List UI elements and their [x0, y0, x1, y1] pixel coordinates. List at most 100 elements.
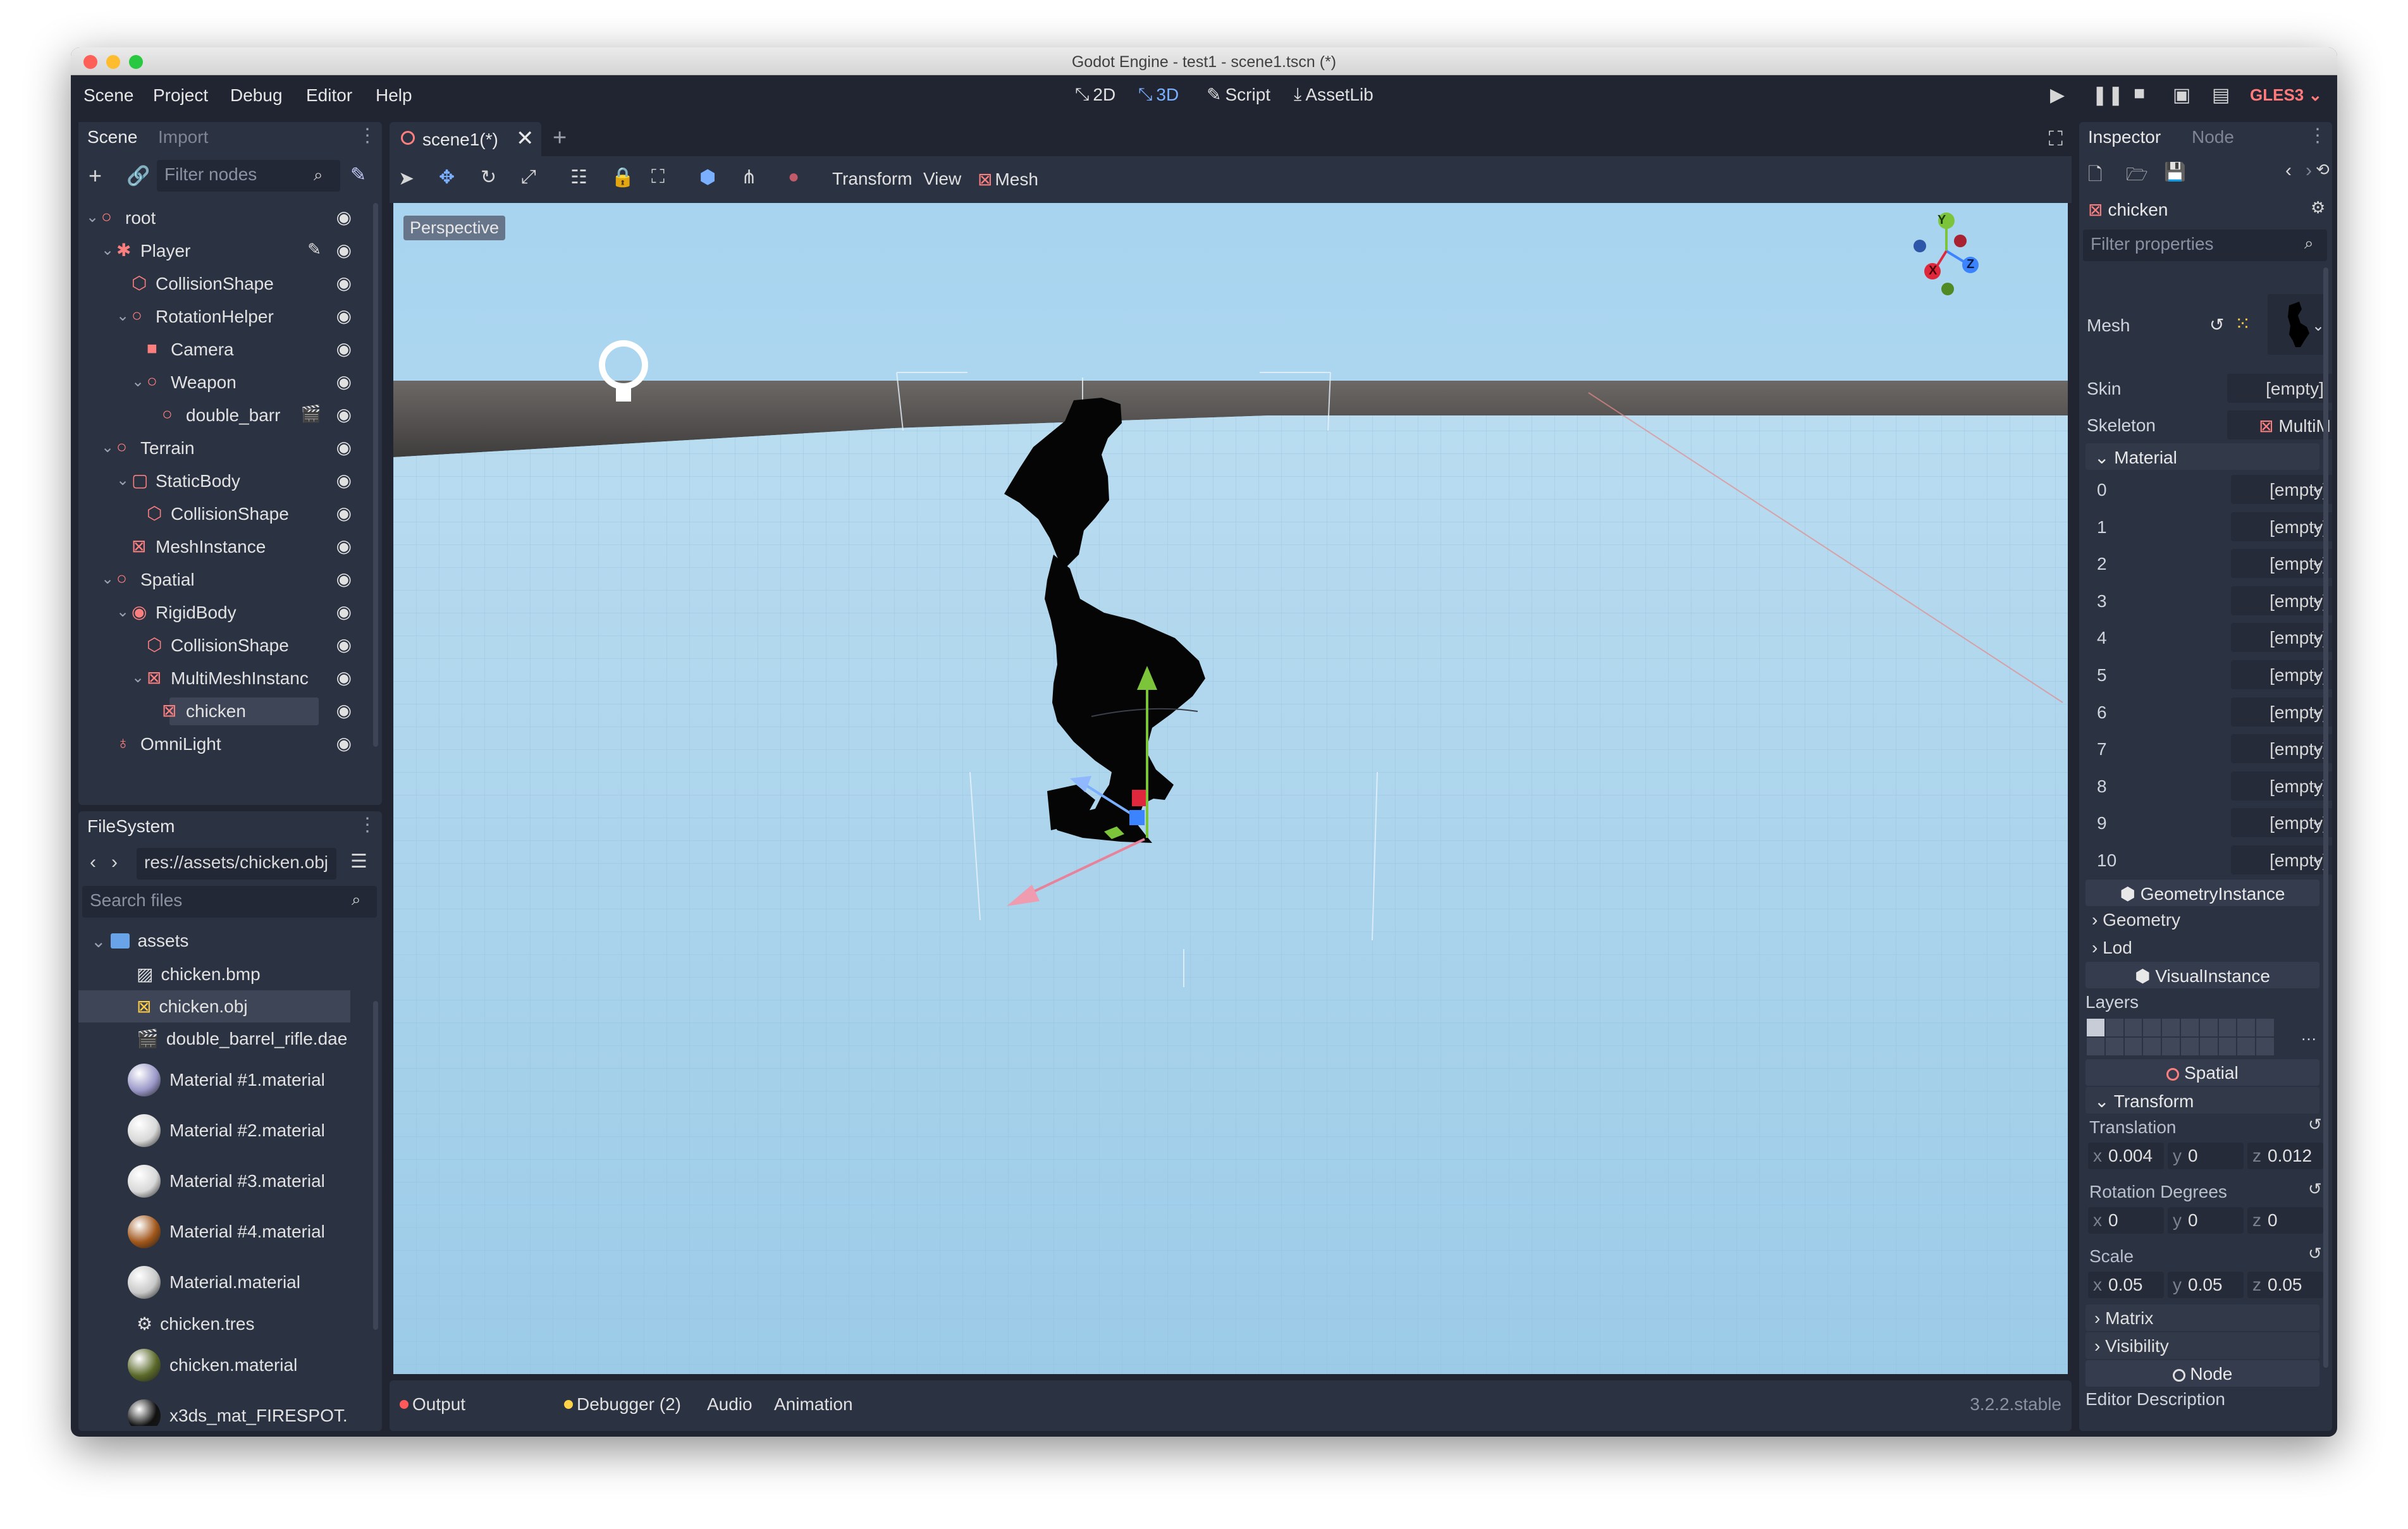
- renderer-selector[interactable]: GLES3 ⌄: [2250, 85, 2322, 105]
- layer-cell[interactable]: [2143, 1038, 2161, 1055]
- add-node-icon[interactable]: +: [89, 163, 102, 189]
- layer-cell[interactable]: [2143, 1019, 2161, 1036]
- file-item[interactable]: Material #4.material: [78, 1207, 369, 1257]
- scene-tree-node[interactable]: ⊠ MeshInstance ◉: [78, 532, 369, 561]
- chevron-down-icon[interactable]: ⌄: [2311, 590, 2323, 608]
- move-tool-icon[interactable]: ✥: [439, 166, 455, 188]
- file-item[interactable]: x3ds_mat_FIRESPOT.: [78, 1391, 369, 1426]
- layer-cell[interactable]: [2218, 1038, 2237, 1055]
- scene-tree-scrollbar[interactable]: [373, 203, 378, 747]
- gizmo-plane-yz[interactable]: [1129, 810, 1145, 825]
- material-slot[interactable]: 10 [empty] ⌄: [2079, 842, 2332, 878]
- object-properties-icon[interactable]: ⚙: [2311, 198, 2325, 218]
- dock-menu-icon[interactable]: ⋮: [358, 125, 377, 147]
- lock-icon[interactable]: 🔒: [611, 166, 634, 188]
- play-icon[interactable]: ▶: [2050, 84, 2065, 106]
- visibility-eye-icon[interactable]: ◉: [336, 667, 352, 688]
- layers-grid[interactable]: [2087, 1019, 2274, 1055]
- layer-cell[interactable]: [2218, 1019, 2237, 1036]
- pause-icon[interactable]: ❚❚: [2092, 84, 2123, 106]
- tab-node[interactable]: Node: [2183, 122, 2243, 152]
- tab-scene[interactable]: Scene: [78, 122, 147, 152]
- perspective-menu[interactable]: Perspective: [403, 216, 506, 240]
- chevron-down-icon[interactable]: ⌄: [101, 570, 114, 588]
- skin-property[interactable]: Skin [empty]: [2079, 370, 2332, 407]
- local-space-icon[interactable]: ⬢: [699, 166, 716, 188]
- chevron-down-icon[interactable]: ⌄: [2311, 516, 2323, 534]
- visibility-eye-icon[interactable]: ◉: [336, 503, 352, 524]
- script-icon[interactable]: ✎: [307, 240, 321, 259]
- layer-cell[interactable]: [2256, 1038, 2274, 1055]
- play-custom-scene-icon[interactable]: ▤: [2212, 84, 2230, 106]
- visibility-eye-icon[interactable]: ◉: [336, 634, 352, 655]
- folder-assets[interactable]: ⌄ assets: [78, 925, 382, 957]
- chevron-down-icon[interactable]: ⌄: [116, 307, 129, 325]
- visibility-eye-icon[interactable]: ◉: [336, 371, 352, 392]
- layer-cell[interactable]: [2124, 1019, 2142, 1036]
- scene-tree-node[interactable]: ⌄ ✱ Player ✎ ◉: [78, 236, 369, 265]
- back-icon[interactable]: ‹: [90, 852, 96, 873]
- history-icon[interactable]: ⟲: [2316, 160, 2330, 180]
- chevron-down-icon[interactable]: ⌄: [116, 603, 129, 621]
- stop-icon[interactable]: ■: [2134, 83, 2145, 104]
- history-forward-icon[interactable]: ›: [2306, 160, 2312, 181]
- chevron-down-icon[interactable]: ⌄: [101, 438, 114, 457]
- visibility-eye-icon[interactable]: ◉: [336, 536, 352, 556]
- gizmo-plane-xy[interactable]: [1132, 790, 1146, 806]
- scene-tree-node[interactable]: ⌄ ▢ StaticBody ◉: [78, 466, 369, 495]
- scene-tree-node[interactable]: ⌄ ○ Weapon ◉: [78, 367, 369, 396]
- visibility-eye-icon[interactable]: ◉: [336, 733, 352, 754]
- scene-tree-node[interactable]: ⬡ CollisionShape ◉: [78, 499, 369, 528]
- revert-icon[interactable]: ↺: [2209, 314, 2224, 335]
- translation-z-field[interactable]: z 0.012: [2247, 1143, 2323, 1169]
- workspace-assetlib[interactable]: ⤓ AssetLib: [1294, 84, 1373, 105]
- dock-menu-icon[interactable]: ⋮: [2308, 125, 2327, 147]
- tab-inspector[interactable]: Inspector: [2079, 122, 2170, 152]
- scene-tree-node[interactable]: ♁ OmniLight ◉: [78, 729, 369, 758]
- path-field[interactable]: res://assets/chicken.obj: [137, 848, 336, 880]
- play-scene-icon[interactable]: ▣: [2173, 84, 2190, 106]
- chevron-down-icon[interactable]: ⌄: [2311, 775, 2323, 794]
- inspector-scrollbar[interactable]: [2323, 267, 2328, 1368]
- rotate-tool-icon[interactable]: ↻: [481, 166, 496, 188]
- scale-y-field[interactable]: y 0.05: [2168, 1272, 2244, 1298]
- close-tab-icon[interactable]: ✕: [516, 126, 534, 151]
- scene-tree-node[interactable]: ■ Camera ◉: [78, 335, 369, 364]
- geometry-group[interactable]: › Geometry: [2092, 910, 2180, 930]
- revert-icon[interactable]: ↺: [2308, 1179, 2322, 1199]
- layer-cell[interactable]: [2087, 1019, 2104, 1036]
- menu-help[interactable]: Help: [376, 85, 412, 106]
- layer-cell[interactable]: [2180, 1038, 2199, 1055]
- geometry-instance-section[interactable]: ⬢ GeometryInstance: [2086, 880, 2319, 906]
- material-slot[interactable]: 2 [empty] ⌄: [2079, 545, 2332, 582]
- layer-cell[interactable]: [2124, 1038, 2142, 1055]
- attach-script-icon[interactable]: ✎: [350, 164, 366, 186]
- scene-tree-node[interactable]: ⊠ chicken ◉: [78, 696, 369, 725]
- scene-tree-node[interactable]: ⌄ ⊠ MultiMeshInstanc ◉: [78, 663, 369, 692]
- workspace-script[interactable]: ✎ Script: [1207, 84, 1270, 105]
- rotation-y-field[interactable]: y0: [2168, 1207, 2244, 1234]
- filter-nodes-input[interactable]: Filter nodes: [157, 160, 340, 192]
- visibility-eye-icon[interactable]: ◉: [336, 404, 352, 425]
- scene-tree-node[interactable]: ⌄ ○ Terrain ◉: [78, 433, 369, 462]
- open-in-editor-icon[interactable]: 🎬: [301, 404, 321, 424]
- workspace-3d[interactable]: ⤡ 3D: [1138, 84, 1179, 105]
- visibility-eye-icon[interactable]: ◉: [336, 273, 352, 293]
- fullscreen-icon[interactable]: ⛶: [2049, 127, 2063, 151]
- visibility-eye-icon[interactable]: ◉: [336, 700, 352, 721]
- scene-tree-node[interactable]: ⬡ CollisionShape ◉: [78, 269, 369, 298]
- file-item[interactable]: Material #1.material: [78, 1055, 369, 1105]
- mesh-property[interactable]: Mesh ↺ ⁙ ⌄: [2079, 288, 2332, 370]
- workspace-2d[interactable]: ⤡ 2D: [1075, 84, 1115, 105]
- lod-group[interactable]: › Lod: [2092, 938, 2132, 958]
- material-section-header[interactable]: ⌄ Material: [2086, 443, 2319, 470]
- gizmo-neg-z-ball[interactable]: [1914, 240, 1926, 252]
- scene-tree-node[interactable]: ⌄ ○ RotationHelper ◉: [78, 302, 369, 331]
- layer-cell[interactable]: [2087, 1038, 2104, 1055]
- layer-cell[interactable]: [2105, 1038, 2123, 1055]
- file-item[interactable]: Material #2.material: [78, 1105, 369, 1156]
- forward-icon[interactable]: ›: [111, 852, 118, 873]
- chevron-down-icon[interactable]: ⌄: [2311, 738, 2323, 756]
- chevron-down-icon[interactable]: ⌄: [2311, 553, 2323, 571]
- file-item[interactable]: chicken.material: [78, 1340, 369, 1391]
